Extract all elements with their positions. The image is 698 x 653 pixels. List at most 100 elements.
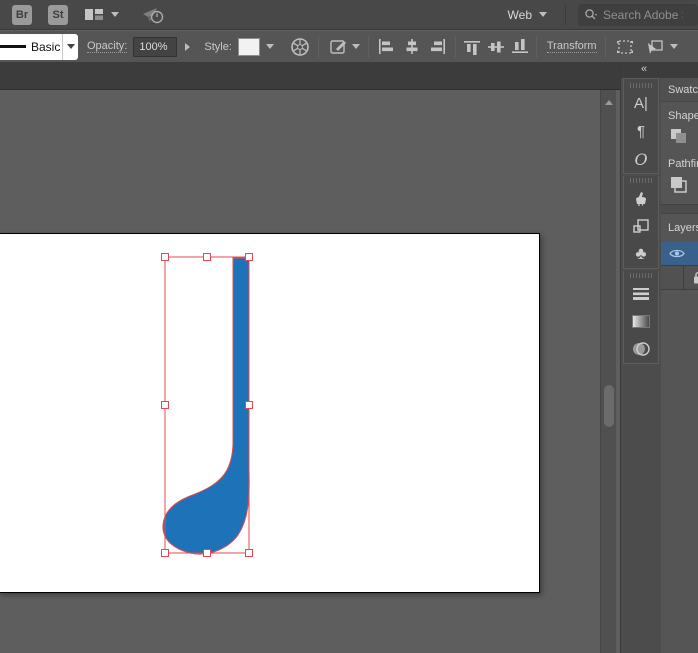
opentype-panel-button[interactable]: O: [624, 145, 658, 173]
transform-label[interactable]: Transform: [547, 40, 597, 53]
panel-divider: [661, 204, 698, 214]
recolor-artwork-button[interactable]: [290, 37, 310, 57]
vertical-scrollbar[interactable]: [600, 90, 616, 653]
canvas-area[interactable]: [0, 90, 620, 653]
document-preset-dropdown[interactable]: Web: [508, 8, 547, 22]
style-label: Style:: [204, 41, 232, 53]
bridge-button[interactable]: Br: [12, 5, 32, 25]
divider: [536, 36, 537, 58]
align-horizontal-center-icon: [403, 39, 421, 54]
symbols-panel-button[interactable]: ♣: [624, 240, 658, 268]
workspace-layout-icon: [84, 7, 104, 22]
paragraph-icon: ¶: [637, 123, 645, 140]
align-vertical-center-button[interactable]: [488, 39, 504, 55]
chevron-down-icon: [539, 12, 547, 17]
align-top-icon: [464, 39, 480, 55]
layers-tab-label: Layers: [668, 222, 698, 238]
free-transform-icon: [614, 38, 636, 56]
appearance-icon: [632, 189, 650, 207]
drag-grip[interactable]: [630, 81, 652, 89]
workspace-switcher[interactable]: [84, 7, 119, 22]
artboards-icon: [632, 217, 650, 235]
document-setup-icon: [329, 38, 349, 56]
panel-icon-column: A| ¶ O: [623, 78, 659, 364]
brush-preset-control[interactable]: Basic: [0, 34, 78, 60]
drag-grip[interactable]: [630, 271, 652, 279]
collapse-panels-button[interactable]: «: [641, 63, 647, 75]
share-publish-icon[interactable]: [141, 6, 165, 24]
brush-chevron-down-icon[interactable]: [62, 34, 78, 60]
panel-column: Swatches Shape Pathfinder Layers: [661, 78, 698, 653]
opacity-stepper-button[interactable]: [179, 37, 195, 57]
chevron-down-icon: [670, 44, 678, 49]
divider: [455, 36, 456, 58]
gradient-icon: [632, 315, 650, 328]
opacity-label[interactable]: Opacity:: [87, 40, 127, 53]
search-icon: [584, 8, 599, 22]
tab-shape[interactable]: Shape: [661, 102, 698, 122]
style-chevron-down-icon[interactable]: [262, 44, 278, 49]
align-bottom-icon: [512, 39, 528, 55]
search-box[interactable]: [578, 4, 698, 26]
dock-header: «: [621, 62, 698, 78]
chevron-down-icon: [111, 12, 119, 17]
shape-panel-label: Shape: [668, 110, 698, 122]
preset-label: Web: [508, 8, 532, 22]
layer-lock-toggle[interactable]: [693, 271, 698, 287]
gradient-panel-button[interactable]: [624, 307, 658, 335]
eye-icon: [669, 248, 685, 259]
document-setup-button[interactable]: [329, 38, 360, 56]
shape-mode-button[interactable]: [644, 38, 678, 56]
layer-row[interactable]: [661, 266, 698, 290]
divider: [318, 36, 319, 58]
layer-row-selected[interactable]: [661, 242, 698, 266]
shape-panel-icon-row[interactable]: [661, 122, 698, 150]
transparency-panel-button[interactable]: [624, 335, 658, 363]
stroke-panel-button[interactable]: [624, 279, 658, 307]
character-panel-button[interactable]: A|: [624, 89, 658, 117]
chevron-up-icon: [605, 100, 613, 105]
stock-button[interactable]: St: [48, 5, 68, 25]
column-divider: [683, 266, 684, 289]
tab-swatches[interactable]: Swatches: [661, 78, 698, 102]
drag-grip[interactable]: [630, 176, 652, 184]
color-wheel-icon: [290, 37, 310, 57]
align-bottom-button[interactable]: [512, 39, 528, 55]
document-tab-strip: [0, 62, 620, 90]
align-right-icon: [429, 39, 447, 54]
panel-group-type: A| ¶ O: [623, 78, 659, 174]
align-horizontal-center-button[interactable]: [403, 39, 421, 54]
free-transform-button[interactable]: [614, 38, 636, 56]
opentype-icon: O: [634, 150, 647, 169]
divider: [605, 36, 606, 58]
align-left-button[interactable]: [377, 39, 395, 54]
stroke-preview: [0, 45, 26, 48]
app-bar-right: Web: [508, 4, 698, 26]
character-icon: A|: [634, 95, 648, 112]
chevron-down-icon: [352, 44, 360, 49]
artboard[interactable]: [0, 233, 540, 593]
artboards-panel-button[interactable]: [624, 212, 658, 240]
align-top-button[interactable]: [464, 39, 480, 55]
tab-pathfinder[interactable]: Pathfinder: [661, 150, 698, 170]
align-right-button[interactable]: [429, 39, 447, 54]
scroll-up-button[interactable]: [601, 94, 617, 110]
divider: [368, 36, 369, 58]
pathfinder-panel-icon-row[interactable]: [661, 170, 698, 198]
align-vertical-center-icon: [488, 39, 504, 55]
opacity-input[interactable]: [133, 37, 177, 57]
brush-preset-label: Basic: [31, 40, 62, 54]
appearance-panel-button[interactable]: [624, 184, 658, 212]
align-left-icon: [377, 39, 395, 54]
panel-group-object: ♣: [623, 176, 659, 269]
shape-mode-icon: [644, 38, 666, 56]
scrollbar-thumb[interactable]: [604, 385, 614, 427]
paragraph-panel-button[interactable]: ¶: [624, 117, 658, 145]
search-input[interactable]: [603, 8, 683, 22]
tab-layers[interactable]: Layers: [661, 214, 698, 238]
right-panel-dock: « A| ¶ O: [620, 62, 698, 653]
style-swatch[interactable]: [238, 38, 260, 56]
swatches-tab-label: Swatches: [668, 84, 698, 96]
stroke-icon: [632, 287, 650, 300]
layer-visibility-toggle[interactable]: [669, 248, 685, 262]
